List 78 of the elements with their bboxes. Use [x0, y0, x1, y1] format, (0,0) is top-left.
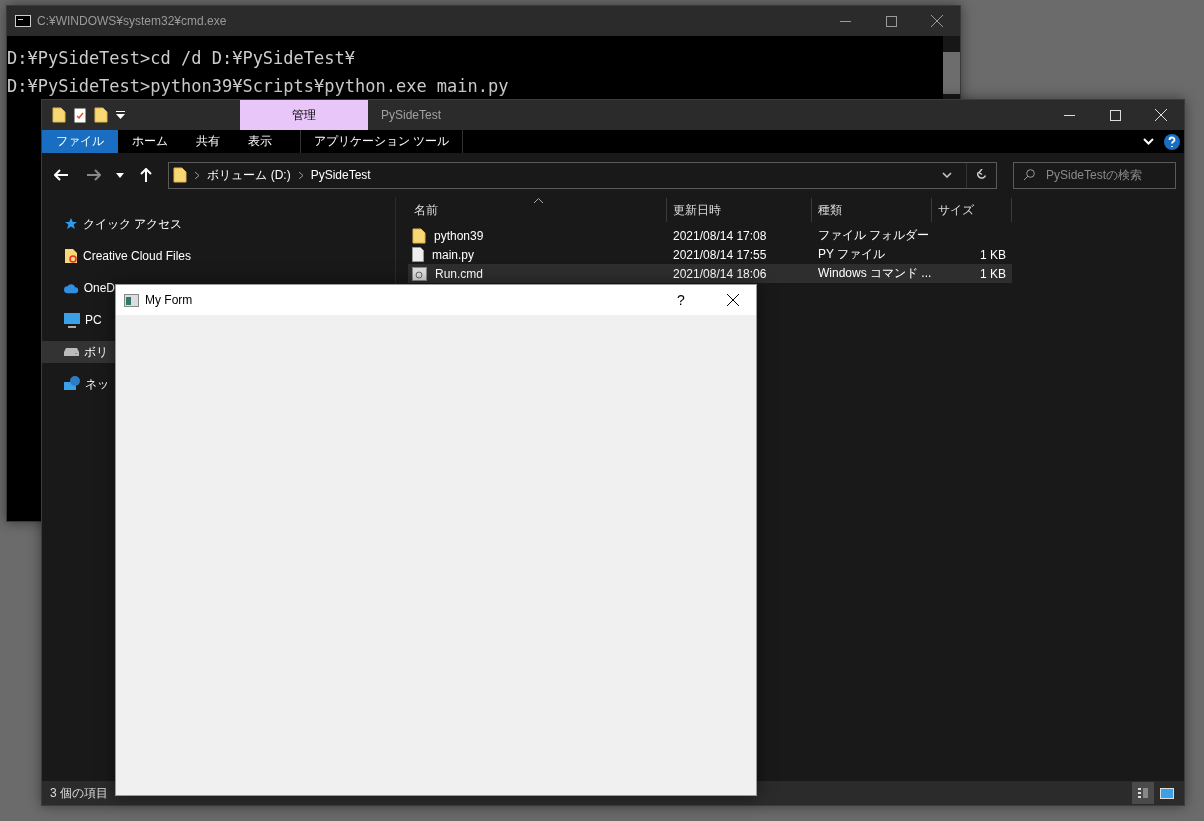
gear-file-icon — [412, 266, 427, 281]
arrow-right-icon — [87, 169, 102, 181]
window-icon — [124, 293, 139, 307]
nav-item[interactable]: OneD — [42, 277, 115, 299]
close-icon — [1155, 109, 1167, 121]
context-tab[interactable]: 管理 — [240, 100, 368, 130]
ribbon-tab[interactable]: ファイル — [42, 130, 118, 153]
minimize-icon — [1063, 114, 1075, 116]
checklist-icon[interactable] — [74, 107, 86, 123]
column-header[interactable]: 更新日時 — [667, 198, 812, 222]
file-name: python39 — [433, 228, 485, 243]
file-date: 2021/08/14 17:08 — [672, 228, 768, 243]
search-icon — [1023, 168, 1035, 181]
cloud-icon — [64, 282, 79, 294]
file-type: PY ファイル — [817, 246, 887, 263]
help-icon[interactable] — [1164, 133, 1180, 150]
file-size: 1 KB — [979, 247, 1007, 262]
file-icon — [412, 247, 424, 262]
image-icon — [1160, 787, 1174, 799]
nav-item[interactable]: ボリ — [42, 341, 115, 363]
ribbon-tab[interactable]: アプリケーション ツール — [300, 130, 464, 153]
network-icon — [64, 376, 80, 392]
minimize-icon — [839, 20, 851, 22]
folder-icon — [412, 227, 426, 244]
folder-icon — [64, 248, 78, 264]
address-bar[interactable]: ボリューム (D:) PySideTest — [168, 161, 997, 189]
ribbon-tab[interactable]: 表示 — [234, 130, 286, 153]
nav-item[interactable]: PC — [42, 309, 115, 331]
close-icon — [931, 15, 943, 27]
file-type: Windows コマンド ... — [817, 265, 932, 282]
file-size: 1 KB — [979, 266, 1007, 281]
maximize-icon — [885, 15, 897, 27]
file-row[interactable]: python39 2021/08/14 17:08 ファイル フォルダー — [408, 226, 1012, 245]
caret-icon — [115, 172, 124, 178]
console-line: D:¥PySideTest>cd /d D:¥PySideTest¥ — [7, 48, 356, 68]
breadcrumb[interactable]: PySideTest — [310, 168, 371, 182]
ribbon-tab[interactable]: 共有 — [182, 130, 234, 153]
nav-item[interactable]: Creative Cloud Files — [42, 245, 395, 267]
column-header[interactable]: 種類 — [812, 198, 932, 222]
search-field[interactable]: PySideTestの検索 — [1013, 161, 1176, 189]
dropdown-icon[interactable] — [116, 111, 125, 119]
nav-item[interactable]: ネッ — [42, 373, 115, 395]
maximize-icon — [1109, 109, 1121, 121]
file-date: 2021/08/14 17:55 — [672, 247, 768, 262]
column-header[interactable]: サイズ — [932, 198, 1012, 222]
monitor-icon — [64, 312, 80, 328]
star-icon — [64, 217, 78, 231]
file-row[interactable]: main.py 2021/08/14 17:55 PY ファイル 1 KB — [408, 245, 1012, 264]
breadcrumb[interactable]: ボリューム (D:) — [207, 166, 291, 184]
ribbon-tab[interactable]: ホーム — [118, 130, 182, 153]
file-row[interactable]: Run.cmd 2021/08/14 18:06 Windows コマンド ... 1 KB — [408, 264, 1012, 283]
folder-icon — [52, 107, 66, 123]
file-date: 2021/08/14 18:06 — [672, 266, 768, 281]
arrow-left-icon — [53, 169, 68, 181]
arrow-up-icon — [139, 168, 152, 182]
list-icon — [1138, 787, 1148, 799]
folder-icon — [94, 107, 108, 123]
nav-item[interactable]: クイック アクセス — [42, 213, 395, 235]
file-name: main.py — [431, 247, 476, 262]
dropdown-icon[interactable] — [942, 172, 952, 178]
chevron-icon — [195, 171, 200, 179]
close-icon — [727, 294, 739, 306]
chevron-icon[interactable] — [1143, 138, 1154, 145]
column-header[interactable]: 名前 — [408, 198, 667, 222]
refresh-icon[interactable] — [976, 169, 987, 181]
window-title: C:¥WINDOWS¥system32¥cmd.exe — [37, 14, 227, 28]
folder-icon — [173, 167, 188, 183]
file-name: Run.cmd — [434, 266, 485, 281]
console-line: D:¥PySideTest>python39¥Scripts¥python.exe main.py — [7, 76, 510, 96]
details-view-button[interactable] — [1132, 782, 1154, 804]
drive-icon — [64, 348, 79, 356]
window-title: My Form — [145, 293, 193, 307]
file-type: ファイル フォルダー — [817, 227, 931, 244]
status-text: 3 個の項目 — [50, 784, 108, 802]
chevron-icon — [298, 171, 303, 179]
help-button[interactable]: ? — [658, 285, 704, 315]
console-icon — [15, 15, 31, 27]
window-title: PySideTest — [381, 108, 442, 122]
